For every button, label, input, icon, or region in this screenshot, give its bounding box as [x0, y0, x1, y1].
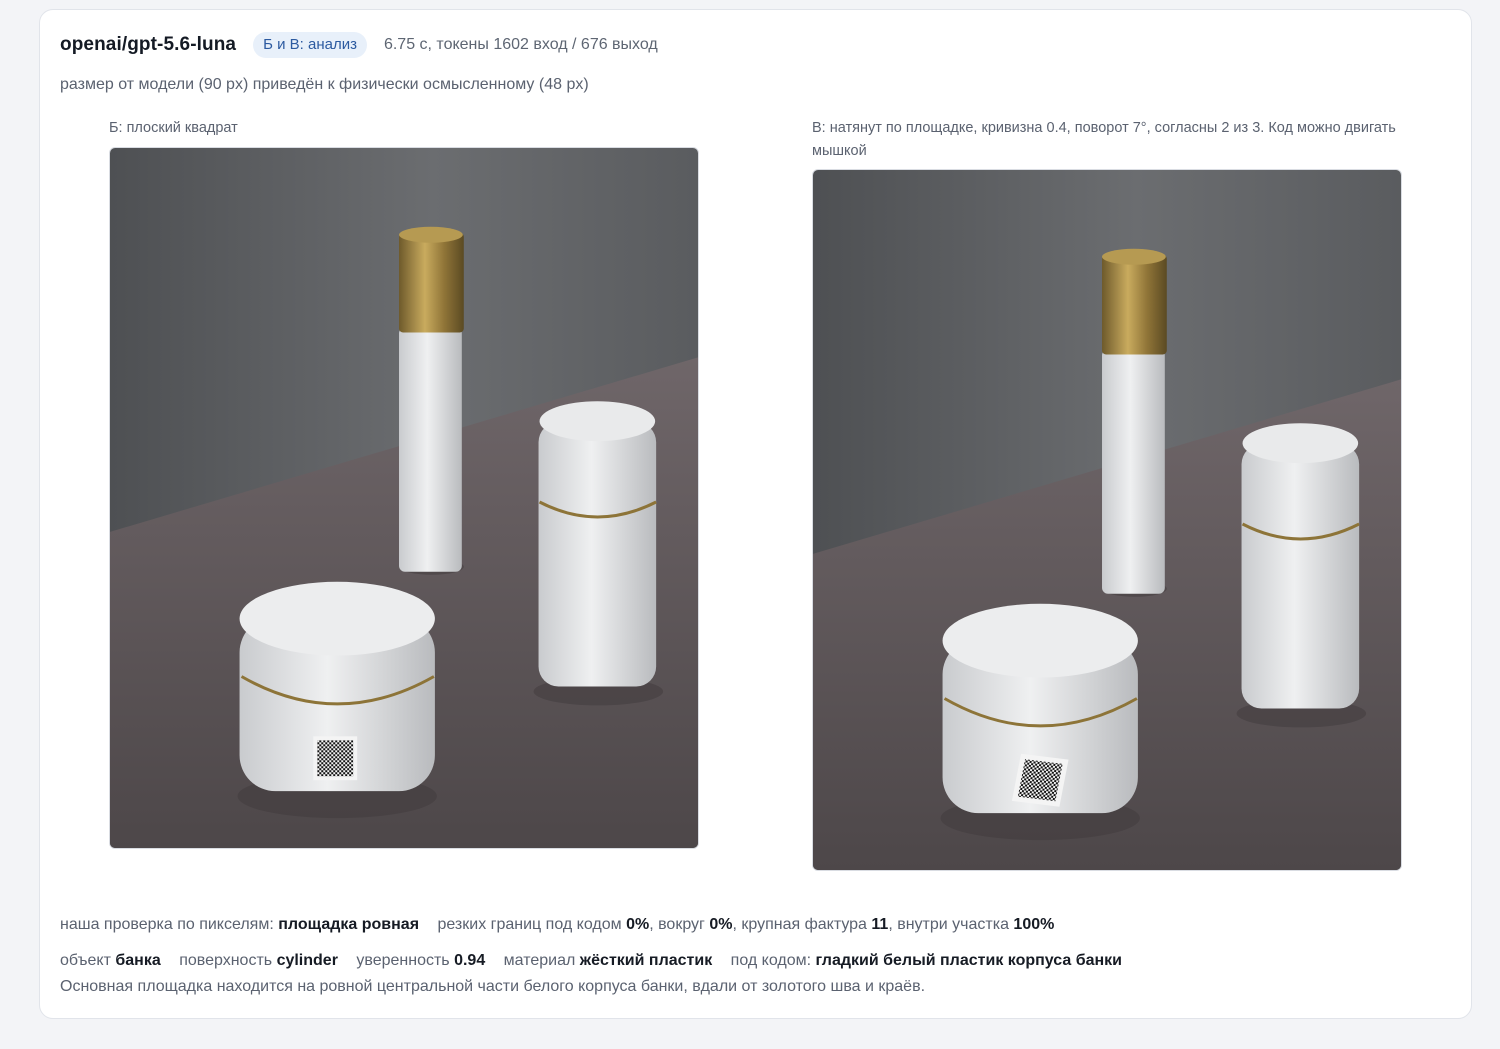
- model-name: openai/gpt-5.6-luna: [60, 34, 237, 55]
- fact-label: под кодом:: [730, 952, 812, 969]
- panel-caption: Б: плоский квадрат: [109, 120, 238, 136]
- result-card: openai/gpt-5.6-luna Б и В: анализ 6.75 с…: [39, 9, 1472, 1019]
- fact-object: объект банка: [60, 952, 161, 969]
- fact-value: 0.94: [454, 952, 486, 969]
- fact-value: гладкий белый пластик корпуса банки: [815, 952, 1122, 969]
- edges-value: 0%: [626, 916, 650, 933]
- fact-label: объект: [60, 952, 111, 969]
- texture-value: 11: [871, 916, 889, 933]
- object-facts: объект банка поверхность cylinder уверен…: [60, 952, 1136, 970]
- surface-verdict: площадка ровная: [278, 916, 420, 933]
- fact-under-code: под кодом: гладкий белый пластик корпуса…: [731, 952, 1122, 969]
- around-label: , вокруг: [649, 916, 705, 933]
- fact-value: cylinder: [276, 952, 338, 969]
- inside-value: 100%: [1013, 916, 1055, 933]
- around-value: 0%: [709, 916, 733, 933]
- fact-value: жёсткий пластик: [579, 952, 713, 969]
- panel-caption: В: натянут по площадке, кривизна 0.4, по…: [812, 120, 1396, 159]
- fact-material: материал жёсткий пластик: [504, 952, 713, 969]
- timing-tokens: 6.75 с, токены 1602 вход / 676 выход: [383, 36, 658, 53]
- panel-flat-square: Б: плоский квадрат: [109, 117, 699, 849]
- texture-label: , крупная фактура: [732, 916, 867, 933]
- product-photo[interactable]: [812, 169, 1402, 871]
- fact-label: уверенность: [356, 952, 450, 969]
- fact-label: поверхность: [179, 952, 273, 969]
- inside-label: , внутри участка: [888, 916, 1009, 933]
- pixel-check: наша проверка по пикселям: площадка ровн…: [60, 916, 1054, 934]
- placement-description: Основная площадка находится на ровной це…: [60, 978, 926, 995]
- product-photo: [109, 147, 699, 849]
- result-header: openai/gpt-5.6-luna Б и В: анализ 6.75 с…: [60, 32, 658, 58]
- edges-label: резких границ под кодом: [437, 916, 622, 933]
- fact-surface: поверхность cylinder: [179, 952, 338, 969]
- analysis-badge: Б и В: анализ: [253, 32, 367, 58]
- panel-stretched: В: натянут по площадке, кривизна 0.4, по…: [812, 117, 1402, 871]
- pixel-check-label: наша проверка по пикселям:: [60, 916, 274, 933]
- fact-label: материал: [503, 952, 576, 969]
- fact-value: банка: [115, 952, 161, 969]
- fact-confidence: уверенность 0.94: [356, 952, 485, 969]
- size-note: размер от модели (90 px) приведён к физи…: [60, 76, 589, 93]
